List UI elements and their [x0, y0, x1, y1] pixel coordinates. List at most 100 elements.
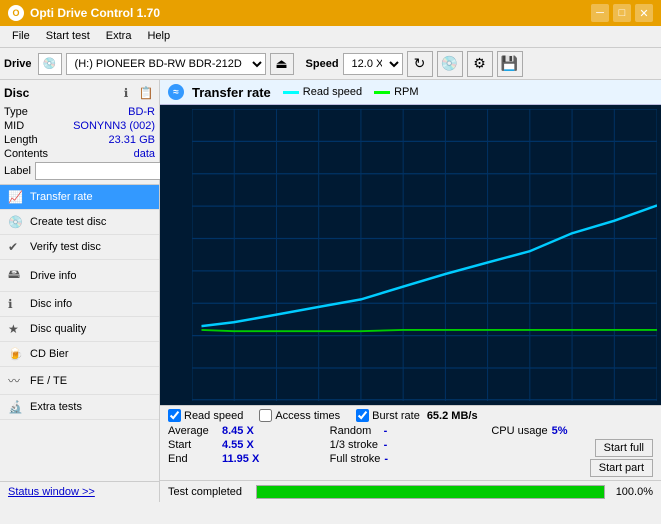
maximize-button[interactable]: □ — [613, 4, 631, 22]
right-panel: ≈ Transfer rate Read speed RPM — [160, 80, 661, 502]
disc-contents-row: Contents data — [4, 148, 155, 160]
drive-select[interactable]: (H:) PIONEER BD-RW BDR-212D 1.00 — [66, 53, 266, 75]
nav-items: 📈 Transfer rate 💿 Create test disc ✔ Ver… — [0, 185, 159, 481]
label-input[interactable] — [35, 162, 173, 180]
stat-col-2: Random - 1/3 stroke - Full stroke - — [330, 425, 492, 477]
start-part-button[interactable]: Start part — [590, 459, 653, 477]
disc-info-nav-icon: ℹ — [8, 297, 24, 311]
read-speed-color — [283, 91, 299, 94]
read-speed-checkbox[interactable] — [168, 409, 181, 422]
menu-start-test[interactable]: Start test — [38, 28, 98, 45]
chart-legend: Read speed RPM — [283, 86, 419, 98]
type-label: Type — [4, 106, 28, 118]
menu-extra[interactable]: Extra — [98, 28, 140, 45]
nav-extra-tests-label: Extra tests — [30, 401, 82, 413]
disc-type-row: Type BD-R — [4, 106, 155, 118]
nav-verify-test-disc[interactable]: ✔ Verify test disc — [0, 235, 159, 260]
progress-bar-inner — [257, 486, 604, 498]
nav-create-test-disc-label: Create test disc — [30, 216, 106, 228]
end-label: End — [168, 453, 218, 465]
end-value: 11.95 X — [222, 453, 267, 465]
nav-disc-info[interactable]: ℹ Disc info — [0, 292, 159, 317]
disc-length-row: Length 23.31 GB — [4, 134, 155, 146]
contents-value: data — [134, 148, 155, 160]
read-speed-checkbox-label: Read speed — [184, 410, 243, 422]
nav-extra-tests[interactable]: 🔬 Extra tests — [0, 395, 159, 420]
cpu-value: 5% — [552, 425, 597, 437]
progress-percent: 100.0% — [613, 486, 653, 498]
progress-status: Test completed — [168, 486, 248, 498]
toolbar: Drive 💿 (H:) PIONEER BD-RW BDR-212D 1.00… — [0, 48, 661, 80]
stroke-1-3-label: 1/3 stroke — [330, 439, 380, 451]
drive-label: Drive — [4, 58, 32, 70]
transfer-rate-icon: 📈 — [8, 190, 24, 204]
nav-disc-quality-label: Disc quality — [30, 323, 86, 335]
chart-title-icon: ≈ — [168, 84, 184, 100]
type-value: BD-R — [128, 106, 155, 118]
stroke-1-3-value: - — [384, 439, 429, 451]
disc-copy-icon[interactable]: 📋 — [137, 84, 155, 102]
refresh-button[interactable]: ↻ — [407, 51, 433, 77]
extra-tests-icon: 🔬 — [8, 400, 24, 414]
legend-rpm-label: RPM — [394, 86, 418, 98]
progress-bar-container: Test completed 100.0% — [160, 480, 661, 502]
menu-file[interactable]: File — [4, 28, 38, 45]
nav-drive-info-label: Drive info — [30, 270, 76, 282]
random-row: Random - — [330, 425, 492, 437]
status-window-button[interactable]: Status window >> — [0, 481, 159, 502]
disc-info-icon[interactable]: ℹ — [117, 84, 135, 102]
chart-header: ≈ Transfer rate Read speed RPM — [160, 80, 661, 105]
nav-fe-te-label: FE / TE — [30, 375, 67, 387]
disc-mid-row: MID SONYNN3 (002) — [4, 120, 155, 132]
save-button[interactable]: 💾 — [497, 51, 523, 77]
legend-read-speed: Read speed — [283, 86, 362, 98]
menu-bar: File Start test Extra Help — [0, 26, 661, 48]
minimize-button[interactable]: ─ — [591, 4, 609, 22]
contents-label: Contents — [4, 148, 48, 160]
stroke-1-3-row: 1/3 stroke - — [330, 439, 492, 451]
disc-header: Disc ℹ 📋 — [4, 84, 155, 102]
access-times-checkbox-item: Access times — [259, 409, 340, 422]
average-row: Average 8.45 X — [168, 425, 330, 437]
full-stroke-row: Full stroke - — [330, 453, 492, 465]
app-title: Opti Drive Control 1.70 — [30, 6, 160, 20]
create-test-disc-icon: 💿 — [8, 215, 24, 229]
title-bar: O Opti Drive Control 1.70 ─ □ ✕ — [0, 0, 661, 26]
fe-te-icon: 〰 — [8, 372, 24, 389]
end-row: End 11.95 X — [168, 453, 330, 465]
nav-drive-info[interactable]: 🖴 Drive info — [0, 260, 159, 292]
progress-bar-outer — [256, 485, 605, 499]
menu-help[interactable]: Help — [139, 28, 178, 45]
stat-col-1: Average 8.45 X Start 4.55 X End 11.95 X — [168, 425, 330, 477]
start-part-row: Start part — [491, 459, 653, 477]
burst-rate-checkbox[interactable] — [356, 409, 369, 422]
start-full-button[interactable]: Start full — [595, 439, 653, 457]
main-content: Disc ℹ 📋 Type BD-R MID SONYNN3 (002) Len… — [0, 80, 661, 502]
access-times-checkbox[interactable] — [259, 409, 272, 422]
nav-cd-bier[interactable]: 🍺 CD Bier — [0, 342, 159, 367]
disc-quality-icon: ★ — [8, 322, 24, 336]
nav-disc-quality[interactable]: ★ Disc quality — [0, 317, 159, 342]
disc-button[interactable]: 💿 — [437, 51, 463, 77]
read-speed-checkbox-item: Read speed — [168, 409, 243, 422]
label-label: Label — [4, 165, 31, 177]
chart-title: Transfer rate — [192, 85, 271, 100]
verify-test-disc-icon: ✔ — [8, 240, 24, 254]
eject-button[interactable]: ⏏ — [270, 53, 294, 75]
mid-value: SONYNN3 (002) — [73, 120, 155, 132]
speed-select[interactable]: 12.0 X — [343, 53, 403, 75]
access-times-checkbox-label: Access times — [275, 410, 340, 422]
start-value: 4.55 X — [222, 439, 267, 451]
average-label: Average — [168, 425, 218, 437]
burst-rate-value: 65.2 MB/s — [427, 410, 478, 422]
nav-verify-test-disc-label: Verify test disc — [30, 241, 101, 253]
stats-bar: Read speed Access times Burst rate 65.2 … — [160, 405, 661, 480]
nav-transfer-rate[interactable]: 📈 Transfer rate — [0, 185, 159, 210]
nav-fe-te[interactable]: 〰 FE / TE — [0, 367, 159, 395]
length-label: Length — [4, 134, 38, 146]
close-button[interactable]: ✕ — [635, 4, 653, 22]
stats-checkboxes: Read speed Access times Burst rate 65.2 … — [168, 409, 653, 422]
nav-create-test-disc[interactable]: 💿 Create test disc — [0, 210, 159, 235]
settings-button[interactable]: ⚙ — [467, 51, 493, 77]
stats-rows: Average 8.45 X Start 4.55 X End 11.95 X — [168, 425, 653, 477]
